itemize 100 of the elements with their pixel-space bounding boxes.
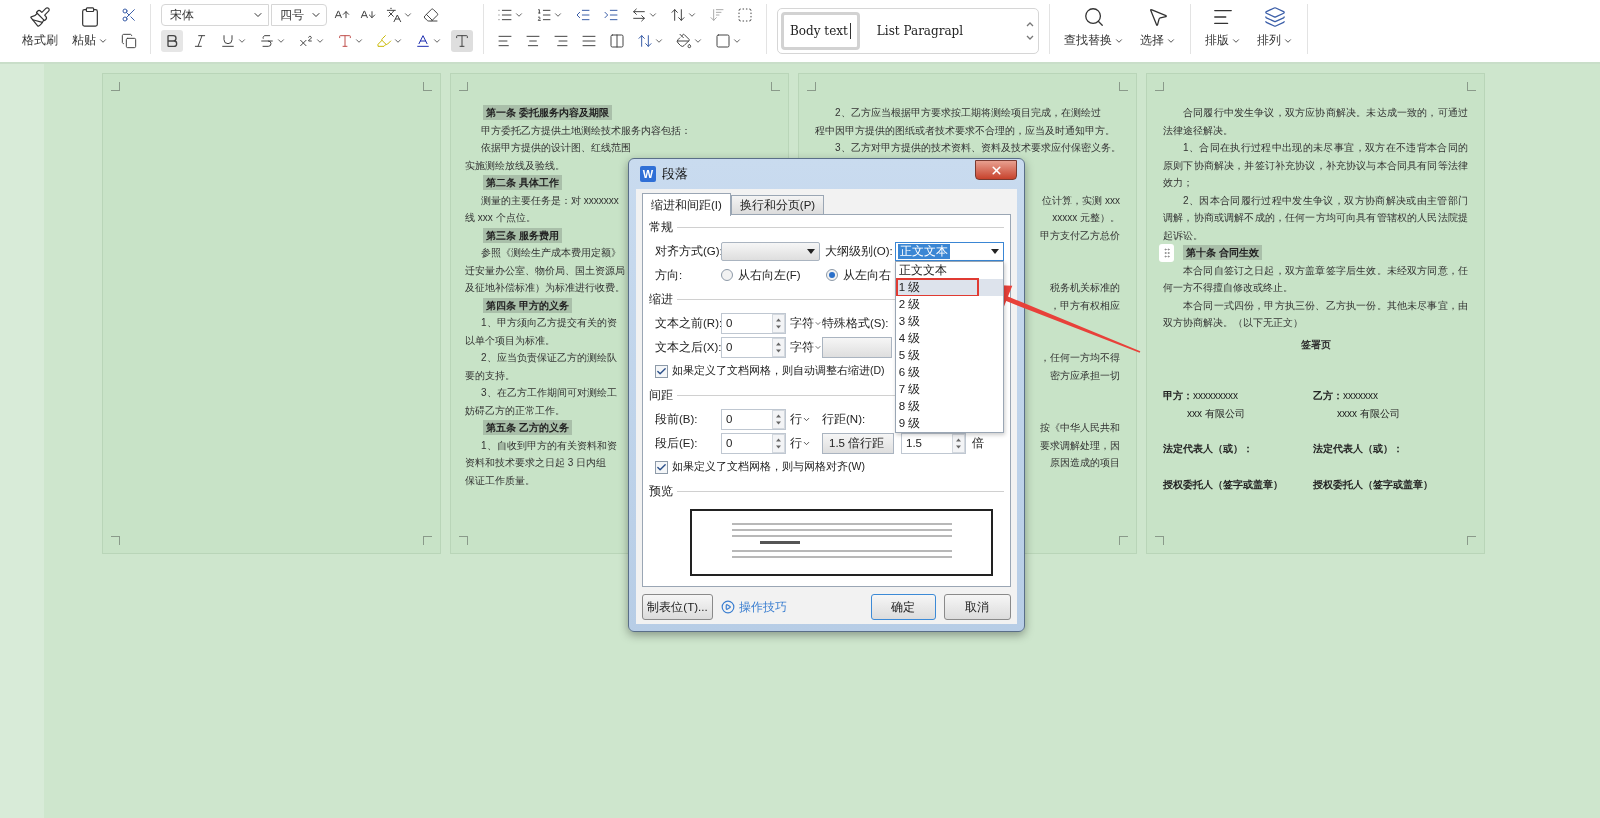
document-paragraph: 2、因本合同履行过程中发生争议，双方协商解决或由主管部门调解，协商或调解不成的，任何一方均可向具有管辖权的人民法院提起诉讼。 [1163,193,1468,243]
document-text: 实施测绘放线及验线。 [465,158,565,173]
style-item[interactable]: Body text [781,12,860,50]
document-text: ，甲方有权相应 [1050,298,1120,313]
dropdown-option[interactable]: 1 级 [895,278,1003,296]
signature-text: 乙方：xxxxxxx [1313,389,1378,403]
format-painter-button[interactable]: 格式刷 [18,4,62,51]
caret-icon [403,10,413,20]
dialog-title: 段落 [662,165,688,183]
caret-icon [393,36,403,46]
caret-icon [315,36,325,46]
document-text: 甲方委托乙方提供土地测绘技术服务内容包括： [481,123,691,138]
font-size-select[interactable]: 四号 [271,4,327,26]
checkbox-option[interactable]: 如果定义了文档网格，则与网格对齐(W) [655,460,865,474]
document-text: 及征地补偿标准）为标准进行收费。 [465,281,625,295]
align-left-icon [497,33,513,49]
character-shading-button[interactable] [451,30,473,52]
ribbon-button[interactable]: 选择 [1136,4,1180,51]
document-text: 2、应当负责保证乙方的测绘队 [481,351,617,365]
caret-icon [354,36,364,46]
document-text: 参照《测绘生产成本费用定额》 [481,246,621,260]
dialog-tab[interactable]: 缩进和间距(I) [642,193,731,216]
corner-mark [459,82,468,91]
document-text: 以单个项目为标准。 [465,333,555,348]
highlighter-icon [376,33,392,49]
document-text: 税务机关标准的 [1050,281,1120,295]
font-family-select[interactable]: 宋体 [161,4,269,26]
document-text: 2、乙方应当根据甲方要求按工期将测绘项目完成，在测绘过 [835,106,1101,120]
caret-icon [693,36,703,46]
corner-mark [111,536,120,545]
caret-icon [687,10,697,20]
document-text: ，任何一方均不得 [1040,351,1120,365]
spinner-icon [772,313,785,333]
document-text: xxxxx 元整）。 [1052,211,1120,225]
drag-handle-icon[interactable] [1159,244,1174,262]
document-paragraph: 本合同自签订之日起，双方盖章签字后生效。未经双方同意，任何一方不得擅自修改或终止。 [1163,263,1468,295]
document-text: 原因造成的项目 [1050,456,1120,470]
corner-mark [1119,536,1128,545]
tips-link[interactable]: 操作技巧 [720,599,787,615]
paintbrush-icon [29,6,51,28]
text-direction-icon [631,7,647,23]
unit-dropdown[interactable]: 行 [786,411,822,427]
tab-stops-button[interactable]: 制表位(T)... [642,594,713,620]
radio-option[interactable]: 从右向左(F) [721,267,826,283]
caret-icon [432,36,442,46]
line-spacing-dropdown[interactable]: 1.5 倍行距 [822,432,894,454]
number-field[interactable]: 0 [721,336,786,358]
number-field[interactable]: 1.5 [901,432,966,454]
section-heading: 第十条 合同生效 [1183,245,1262,260]
section-label: 预览 [649,483,673,499]
cancel-button[interactable]: 取消 [944,594,1011,620]
document-paragraph: 合同履行中发生争议，双方应协商解决。未达成一致的，可通过法律途径解决。 [1163,106,1468,138]
field-label: 段后(E): [655,435,699,451]
unit-dropdown[interactable]: 行 [786,435,822,451]
paste-button[interactable]: 粘贴 [68,4,112,51]
outline-level-dropdown[interactable]: 正文文本 [894,241,1004,261]
signature-text: xxx 有限公司 [1187,406,1245,421]
dropdown-option[interactable]: 正文文本 [895,261,1003,279]
checkbox-option[interactable]: 如果定义了文档网格，则自动调整右缩进(D) [655,364,885,378]
ok-button[interactable]: 确定 [870,594,936,620]
spinner-icon [772,337,785,357]
justify-icon [581,33,597,49]
dialog-tab[interactable]: 换行和分页(P) [730,195,825,215]
caret-icon [648,10,658,20]
document-text: 位计算，实测 xxx [1042,193,1120,208]
ribbon-button[interactable]: 排版 [1201,4,1245,51]
spinner-icon [772,433,785,453]
signature-text: 甲方：xxxxxxxxx [1163,389,1238,403]
field-label: 大纲级别(O): [825,243,893,259]
close-button[interactable] [975,160,1017,180]
font-color-icon [415,33,431,49]
bullet-list-icon [497,7,513,23]
search-icon [1083,6,1105,28]
pointer-icon [1147,6,1169,28]
number-field[interactable]: 0 [721,432,786,454]
caret-icon [514,10,524,20]
corner-mark [807,82,816,91]
field-label: 倍 [972,435,984,451]
number-field[interactable]: 0 [721,408,786,430]
document-text: 程中因甲方提供的图纸或者技术要求不合理的，应当及时通知甲方。 [815,123,1115,138]
unit-dropdown[interactable]: 字符 [786,339,822,355]
unit-dropdown[interactable]: 字符 [786,315,822,331]
document-text: 按《中华人民共和 [1040,421,1120,435]
increase-indent-icon [603,7,619,23]
number-field[interactable]: 0 [721,312,786,334]
corner-mark [771,82,780,91]
document-text: 依据甲方提供的设计图、红线范围 [481,141,631,155]
shading-icon [676,33,692,49]
phonetic-guide-icon [386,7,402,23]
document-paragraph: 1、合同在执行过程中出现的未尽事宜，双方在不违背本合同的原则下协商解决，并签订补充协议，补充协议与本合同具有同等法律效力； [1163,141,1468,190]
document-text: 保证工作质量。 [465,473,535,488]
sort-icon [709,7,725,23]
radio-option[interactable]: 从左向右 [826,267,891,283]
document-paragraph: 本合同一式四份，甲方执三份、乙方执一份。其他未尽事宜，由双方协商解决。（以下无正文） [1163,298,1468,330]
ribbon-button[interactable]: 查找替换 [1060,4,1128,51]
ribbon-button[interactable]: 排列 [1253,4,1297,51]
document-text: 要的支持。 [465,368,515,383]
bold-button[interactable] [161,30,183,52]
section-label: 常规 [649,219,673,235]
section-heading: 第二条 具体工作 [483,175,562,190]
